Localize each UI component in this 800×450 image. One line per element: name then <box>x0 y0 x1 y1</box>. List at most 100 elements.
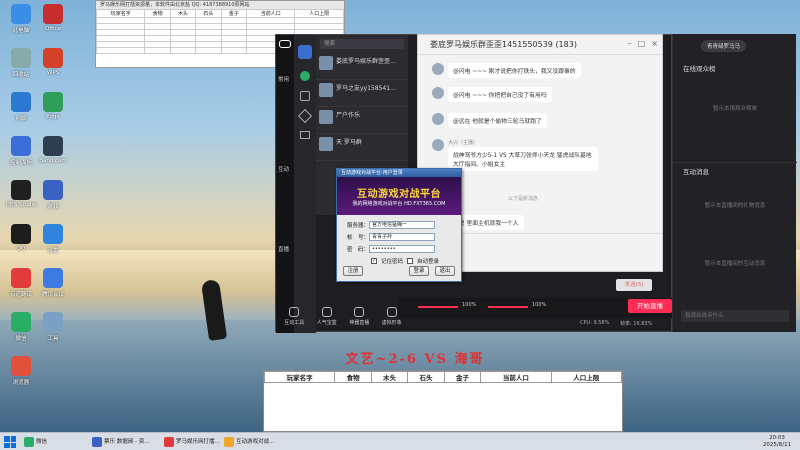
desktop-icon[interactable]: Edge <box>34 92 72 120</box>
mic-volume-slider[interactable] <box>418 306 458 308</box>
start-icon[interactable] <box>4 436 16 448</box>
banner-title: 互动游戏对战平台 <box>357 189 441 200</box>
minimize-icon[interactable]: – <box>628 39 632 48</box>
sheet-header-cell[interactable]: 木头 <box>169 9 197 18</box>
taskbar-item[interactable]: 互动游戏对战... <box>222 435 286 449</box>
remember-label: 记住密码 <box>381 259 404 265</box>
desktop-icon[interactable]: Bandicam <box>34 136 72 164</box>
rail-label-live: 直播 <box>278 247 290 253</box>
audience-input[interactable]: 和观众说点什么 <box>681 310 789 322</box>
taskbar-item-label: 互动游戏对战... <box>236 439 275 445</box>
folder-icon[interactable] <box>300 131 310 139</box>
sender-avatar <box>432 139 444 151</box>
auto-login-checkbox[interactable] <box>407 258 414 264</box>
password-input[interactable]: •••••••• <box>369 245 435 253</box>
conversation-name: 尸户作乐 <box>336 112 361 119</box>
desktop-icon-label: 浏览器 <box>12 380 30 386</box>
tool-button[interactable]: 互动工具 <box>284 305 304 331</box>
search-input[interactable]: 搜索 <box>320 39 404 49</box>
interact-section: 互动消息 暂示本直播间的礼物消息 暂示本直播间的互动消息 <box>673 162 797 267</box>
send-button[interactable]: 发送(S) <box>616 279 652 291</box>
sheet-header-cell[interactable]: 石头 <box>195 9 222 18</box>
taskbar-item[interactable]: 票乐 数据阀 - 资... <box>90 435 154 449</box>
start-live-button[interactable]: 开始直播 <box>628 299 672 313</box>
chat-message: 以下是新消息 <box>508 195 538 202</box>
desktop-icon-label: Bandicam <box>39 158 67 164</box>
clock-date: 2025/8/11 <box>762 442 792 448</box>
app-icon <box>11 92 31 112</box>
app-icon <box>11 312 31 332</box>
desktop-icon-label: 腾讯会议 <box>41 292 64 298</box>
desktop-icon-label: Office <box>44 26 62 32</box>
desktop-icon[interactable]: WPS <box>34 48 72 76</box>
tool-button[interactable]: 人气宝盒 <box>317 305 337 331</box>
taskbar-item-label: 罗马娱乐网打擂... <box>176 439 220 445</box>
sheet-header-cell[interactable]: 当前人口 <box>246 9 296 18</box>
user-chip[interactable]: 青青绿罗马马 <box>701 40 747 52</box>
taskbar-item[interactable]: 微信 <box>22 435 72 449</box>
maximize-icon[interactable]: □ <box>638 39 646 48</box>
server-label: 服务器： <box>347 223 370 229</box>
app-icon <box>43 48 63 68</box>
contacts-icon[interactable] <box>300 91 310 101</box>
tool-button[interactable]: 神器直播 <box>349 305 369 331</box>
system-clock[interactable]: 20:03 2025/8/11 <box>760 435 794 449</box>
dialog-title: 互动游戏对战平台-用户登录 <box>337 169 461 177</box>
taskbar-app-icon <box>224 437 234 447</box>
taskbar-item[interactable]: 罗马娱乐网打擂... <box>162 435 226 449</box>
tool-icon <box>321 307 332 317</box>
server-select[interactable]: 官方电信猛嗨一 <box>369 221 435 229</box>
match-title-overlay: 文艺~2-6 VS 海哥 <box>345 352 485 367</box>
chat-message: @闪电 ~~~ 你把把自己没了有用吗 <box>432 87 552 102</box>
close-icon[interactable]: × <box>651 39 658 48</box>
chat-icon[interactable] <box>300 71 310 81</box>
conversation-avatar <box>319 83 333 97</box>
remember-checkbox[interactable]: ✓ <box>371 258 377 264</box>
chat-sidebar-icons <box>294 35 316 333</box>
group-avatar-icon[interactable] <box>298 45 312 59</box>
sheet-header-cell[interactable]: 人口上限 <box>294 9 344 18</box>
message-bubble: @闪电 ~~~ 刚才说把你打铁头，我又没跟事的 <box>448 63 581 78</box>
register-button[interactable]: 注册 <box>343 266 363 276</box>
search-bar: 搜索 <box>316 35 408 53</box>
exit-button[interactable]: 退出 <box>435 266 455 276</box>
speaker-volume-slider[interactable] <box>488 306 528 308</box>
sheet-header-cell[interactable]: 金子 <box>220 9 248 18</box>
online-rank-empty: 暂示本场观众榜单 <box>712 106 757 112</box>
password-row: 密 码： •••••••• <box>337 243 461 255</box>
chat-message: 大兴（主播） 战神骂爷方少5-1 VS 大草刀张师小天龙 猛虎战队基地大厅指间。小… <box>432 139 598 171</box>
desktop-icon[interactable]: 游戏 <box>34 180 72 210</box>
apps-icon[interactable] <box>297 108 313 124</box>
app-icon <box>11 4 31 24</box>
online-rank-title: 在线观众榜 <box>683 65 716 73</box>
conversation-item[interactable]: 罗马之友yy158541... <box>316 80 408 107</box>
app-icon <box>43 4 63 24</box>
sheet-header-cell[interactable]: 食物 <box>144 9 171 18</box>
gift-empty: 暂示本直播间的礼物消息 <box>704 203 766 209</box>
desktop-icon[interactable]: 腾讯会议 <box>34 268 72 298</box>
conversation-name: 天 罗马群 <box>336 139 362 146</box>
message-bubble: @闪电 ~~~ 你把把自己没了有用吗 <box>448 87 552 102</box>
interact-empty: 暂示本直播间的互动消息 <box>704 261 766 267</box>
online-rank-section: 在线观众榜 暂示本场观众榜单 <box>673 60 797 112</box>
conversation-name: 罗马之友yy158541... <box>336 85 396 92</box>
login-button[interactable]: 登录 <box>409 266 429 276</box>
desktop-icon[interactable]: 浏览器 <box>2 356 40 386</box>
account-input[interactable]: 青青子衿 <box>369 233 435 241</box>
app-icon <box>43 312 63 332</box>
sender-avatar <box>432 63 444 75</box>
sheet-header-cell[interactable]: 玩家名字 <box>95 9 146 18</box>
chat-title: 娄底罗马娱乐群歪歪1451550539 (183) <box>418 35 662 55</box>
desktop-icon-label: 游戏 <box>47 204 59 210</box>
dialog-banner: 互动游戏对战平台 我的网络游戏对战平台 HD.FXT365.COM <box>337 177 461 215</box>
chat-message: @远在 他就是个偷物三轮马就跑了 <box>432 113 547 128</box>
taskbar: 微信 票乐 数据阀 - 资... 罗马娱乐网打擂... 互动游戏对战... 20:03… <box>0 432 800 450</box>
conversation-item[interactable]: 天 罗马群 <box>316 134 408 161</box>
conversation-item[interactable]: 娄底罗马娱乐群歪歪... <box>316 53 408 80</box>
tool-label: 互动工具 <box>284 320 305 326</box>
app-icon <box>11 48 31 68</box>
desktop-icon[interactable]: 迅雷 <box>34 224 72 254</box>
desktop-icon[interactable]: Office <box>34 4 72 32</box>
desktop-icon[interactable]: 工具 <box>34 312 72 342</box>
conversation-item[interactable]: 尸户作乐 <box>316 107 408 134</box>
